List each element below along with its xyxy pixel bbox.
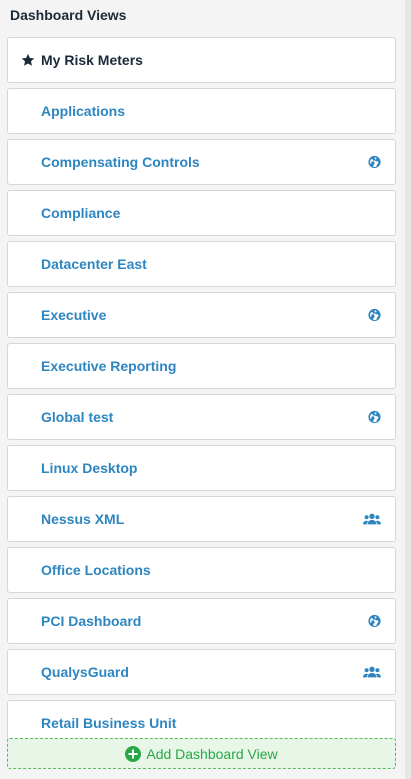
dashboard-view-label: Executive Reporting [41,358,177,374]
dashboard-view-label: Datacenter East [41,256,147,272]
globe-icon [368,308,381,322]
dashboard-view-label: Linux Desktop [41,460,138,476]
dashboard-view-item[interactable]: Executive [7,292,396,338]
globe-icon [368,155,381,169]
star-icon [21,53,35,67]
add-dashboard-view-button[interactable]: Add Dashboard View [7,738,396,769]
dashboard-view-label: Compensating Controls [41,154,200,170]
dashboard-view-item[interactable]: Global test [7,394,396,440]
dashboard-view-label: QualysGuard [41,664,129,680]
add-dashboard-view-label: Add Dashboard View [146,745,278,762]
dashboard-views-panel: Dashboard Views My Risk Meters Applicati… [0,0,411,779]
dashboard-view-item[interactable]: Applications [7,88,396,134]
globe-icon [368,614,381,628]
dashboard-view-item[interactable]: Linux Desktop [7,445,396,491]
dashboard-view-item[interactable]: PCI Dashboard [7,598,396,644]
dashboard-view-label: Global test [41,409,114,425]
dashboard-view-item[interactable]: Office Locations [7,547,396,593]
dashboard-view-label: PCI Dashboard [41,613,142,629]
dashboard-view-item[interactable]: Datacenter East [7,241,396,287]
dashboard-view-label: Compliance [41,205,121,221]
users-icon [363,666,381,679]
favorite-view-label: My Risk Meters [41,52,143,68]
dashboard-view-item[interactable]: QualysGuard [7,649,396,695]
plus-circle-icon [125,745,142,762]
dashboard-view-label: Retail Business Unit [41,715,177,731]
dashboard-view-item[interactable]: Compliance [7,190,396,236]
dashboard-view-label: Office Locations [41,562,151,578]
users-icon [363,513,381,526]
globe-icon [368,410,381,424]
dashboard-view-list: My Risk Meters Applications Compensating … [7,37,396,751]
dashboard-view-label: Nessus XML [41,511,125,527]
favorite-view-my-risk-meters[interactable]: My Risk Meters [7,37,396,83]
panel-title: Dashboard Views [10,7,127,23]
dashboard-view-label: Executive [41,307,107,323]
dashboard-view-item[interactable]: Nessus XML [7,496,396,542]
dashboard-view-item[interactable]: Executive Reporting [7,343,396,389]
dashboard-view-item[interactable]: Compensating Controls [7,139,396,185]
dashboard-view-label: Applications [41,103,126,119]
